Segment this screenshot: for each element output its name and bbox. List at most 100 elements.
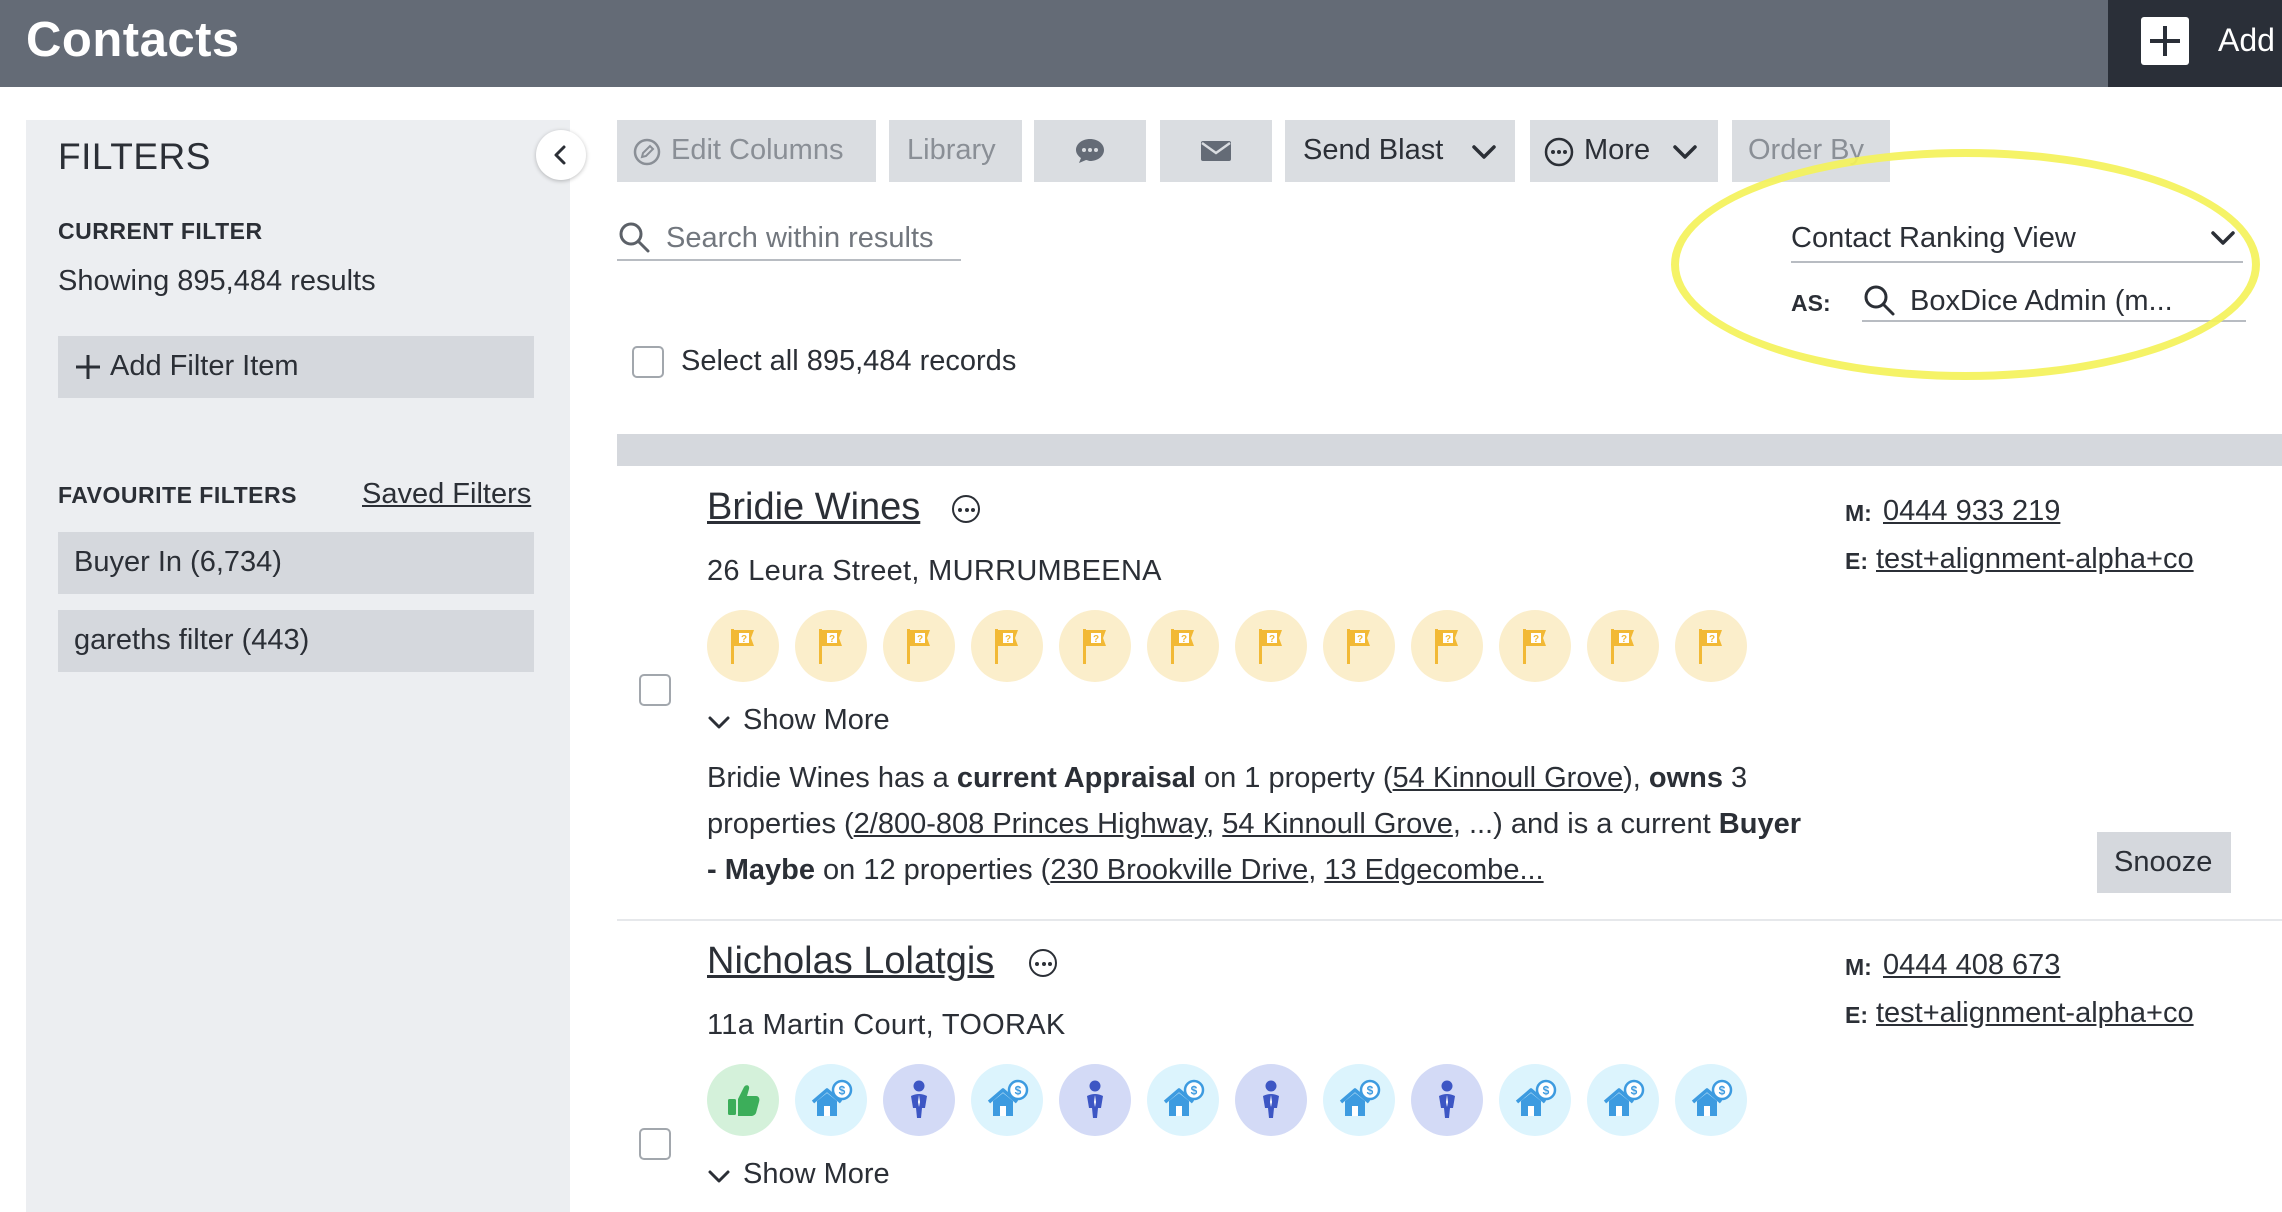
house-dollar-icon[interactable]: $	[1323, 1064, 1395, 1136]
favourite-filter-item[interactable]: gareths filter (443)	[58, 610, 534, 672]
send-blast-dropdown[interactable]: Send Blast	[1285, 120, 1515, 182]
snooze-button[interactable]: Snooze	[2097, 832, 2231, 893]
flag-question-icon[interactable]: ?	[1499, 610, 1571, 682]
flag-question-icon[interactable]: ?	[795, 610, 867, 682]
mobile-label: M:	[1845, 954, 1872, 980]
email-link[interactable]: test+alignment-alpha+co	[1876, 543, 2194, 576]
search-input[interactable]: Search within results	[666, 222, 934, 255]
svg-text:$: $	[1367, 1084, 1374, 1098]
current-filter-heading: CURRENT FILTER	[58, 218, 263, 244]
sms-button[interactable]	[1034, 120, 1146, 182]
thumbs-up-icon[interactable]	[707, 1064, 779, 1136]
more-label: More	[1584, 134, 1651, 166]
more-dots-icon	[1544, 137, 1574, 167]
svg-text:?: ?	[1269, 634, 1275, 645]
svg-text:?: ?	[1093, 634, 1099, 645]
show-more-label: Show More	[743, 1158, 890, 1190]
filters-title: FILTERS	[58, 136, 211, 177]
add-filter-item-label: Add Filter Item	[110, 350, 299, 382]
more-dropdown[interactable]: More	[1530, 120, 1718, 182]
filters-sidebar: FILTERS CURRENT FILTER Showing 895,484 r…	[26, 120, 586, 1212]
contact-address: 11a Martin Court, TOORAK	[707, 1009, 1066, 1041]
favourite-filter-label: Buyer In (6,734)	[74, 546, 282, 578]
collapse-sidebar-button[interactable]	[536, 130, 586, 180]
mobile-link[interactable]: 0444 933 219	[1883, 495, 2060, 528]
email-label: E:	[1845, 548, 1868, 574]
svg-text:$: $	[1543, 1084, 1550, 1098]
house-dollar-icon[interactable]: $	[1587, 1064, 1659, 1136]
svg-text:?: ?	[741, 634, 747, 645]
person-icon[interactable]	[1235, 1064, 1307, 1136]
library-label: Library	[907, 134, 996, 166]
flag-question-icon[interactable]: ?	[971, 610, 1043, 682]
property-link[interactable]: 230 Brookville Drive	[1050, 854, 1308, 886]
contact-options-icon[interactable]	[952, 495, 980, 523]
add-contact-button[interactable]: Add	[2108, 0, 2282, 87]
property-link[interactable]: 2/800-808 Princes Highway	[854, 808, 1207, 840]
favourite-filters-heading: FAVOURITE FILTERS	[58, 482, 297, 508]
flag-question-icon[interactable]: ?	[1411, 610, 1483, 682]
chevron-down-icon	[708, 716, 730, 729]
property-link[interactable]: 54 Kinnoull Grove	[1393, 762, 1624, 794]
house-dollar-icon[interactable]: $	[1675, 1064, 1747, 1136]
svg-text:?: ?	[1709, 634, 1715, 645]
flag-question-icon[interactable]: ?	[1323, 610, 1395, 682]
flag-question-icon[interactable]: ?	[1235, 610, 1307, 682]
plus-icon	[76, 355, 100, 379]
flag-question-icon[interactable]: ?	[883, 610, 955, 682]
library-button[interactable]: Library	[889, 120, 1022, 182]
add-label: Add	[2218, 22, 2275, 58]
top-bar: Contacts Add	[0, 0, 2282, 87]
edit-columns-button[interactable]: Edit Columns	[617, 120, 876, 182]
flag-question-icon[interactable]: ?	[1147, 610, 1219, 682]
search-underline	[617, 259, 961, 261]
flag-question-icon[interactable]: ?	[1059, 610, 1131, 682]
svg-text:$: $	[1719, 1084, 1726, 1098]
favourite-filter-item[interactable]: Buyer In (6,734)	[58, 532, 534, 594]
results-count: Showing 895,484 results	[58, 265, 376, 297]
flag-question-icon[interactable]: ?	[1675, 610, 1747, 682]
show-more-label: Show More	[743, 704, 890, 736]
property-link[interactable]: 54 Kinnoull Grove	[1222, 808, 1453, 840]
edit-icon	[633, 138, 661, 166]
contact-address: 26 Leura Street, MURRUMBEENA	[707, 555, 1162, 587]
house-dollar-icon[interactable]: $	[1147, 1064, 1219, 1136]
envelope-icon	[1201, 141, 1231, 161]
svg-text:$: $	[1631, 1084, 1638, 1098]
svg-text:?: ?	[1621, 634, 1627, 645]
email-label: E:	[1845, 1002, 1868, 1028]
search-icon	[619, 222, 650, 253]
person-icon[interactable]	[883, 1064, 955, 1136]
row-checkbox[interactable]	[639, 1128, 671, 1160]
svg-text:?: ?	[829, 634, 835, 645]
saved-filters-link[interactable]: Saved Filters	[362, 478, 531, 511]
svg-text:$: $	[839, 1084, 846, 1098]
row-checkbox[interactable]	[639, 674, 671, 706]
select-all-checkbox[interactable]	[632, 346, 664, 378]
email-button[interactable]	[1160, 120, 1272, 182]
person-icon[interactable]	[1411, 1064, 1483, 1136]
edit-columns-label: Edit Columns	[671, 134, 844, 166]
svg-text:?: ?	[1005, 634, 1011, 645]
contact-name-link[interactable]: Nicholas Lolatgis	[707, 940, 994, 983]
select-all-label: Select all 895,484 records	[681, 345, 1017, 377]
add-filter-item-button[interactable]: Add Filter Item	[58, 336, 534, 398]
contact-options-icon[interactable]	[1029, 949, 1057, 977]
house-dollar-icon[interactable]: $	[795, 1064, 867, 1136]
svg-text:$: $	[1191, 1084, 1198, 1098]
email-link[interactable]: test+alignment-alpha+co	[1876, 997, 2194, 1030]
page-title: Contacts	[26, 13, 240, 67]
contact-name-link[interactable]: Bridie Wines	[707, 486, 920, 529]
flag-question-icon[interactable]: ?	[707, 610, 779, 682]
list-header-bar	[617, 434, 2282, 466]
person-icon[interactable]	[1059, 1064, 1131, 1136]
property-link[interactable]: 13 Edgecombe...	[1324, 854, 1543, 886]
mobile-link[interactable]: 0444 408 673	[1883, 949, 2060, 982]
house-dollar-icon[interactable]: $	[1499, 1064, 1571, 1136]
svg-text:?: ?	[917, 634, 923, 645]
svg-text:?: ?	[1533, 634, 1539, 645]
plus-icon	[2141, 17, 2189, 65]
chevron-left-icon	[554, 145, 566, 165]
flag-question-icon[interactable]: ?	[1587, 610, 1659, 682]
house-dollar-icon[interactable]: $	[971, 1064, 1043, 1136]
